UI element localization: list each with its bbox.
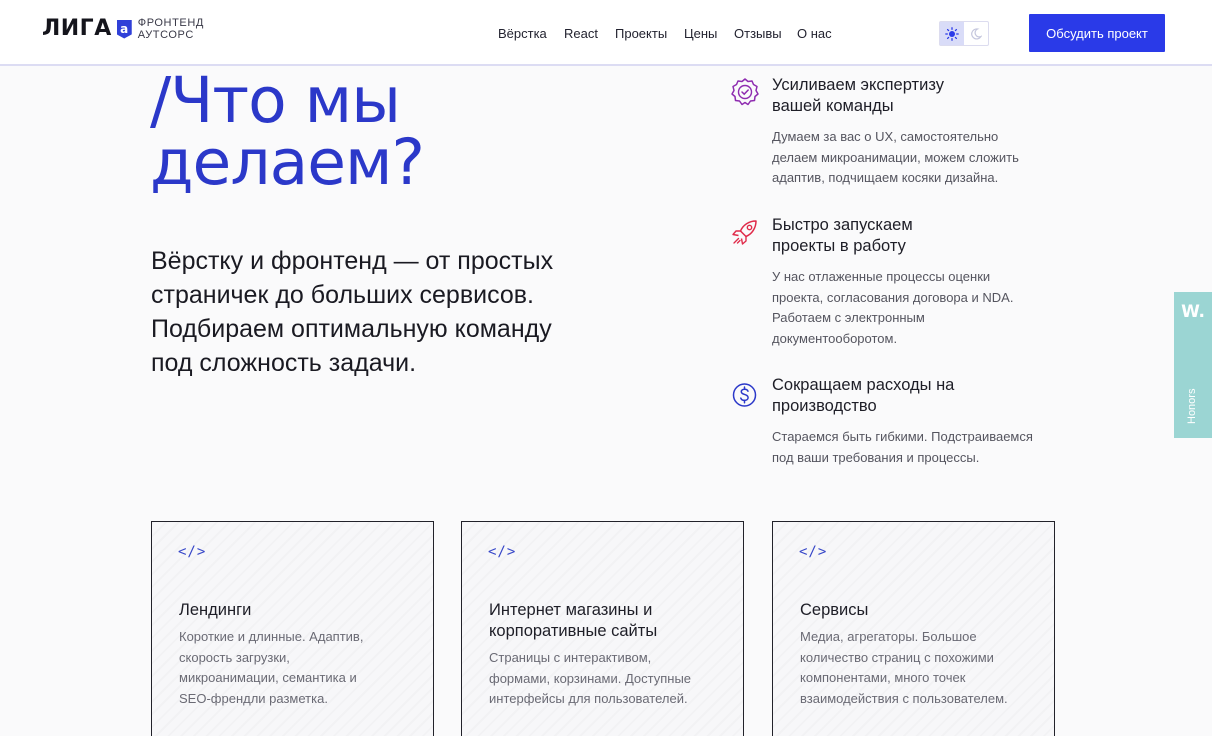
feature-title-line: вашей команды [772, 97, 894, 115]
feature-text: Думаем за вас о UX, самостоятельно делае… [772, 127, 1062, 189]
site-header: ЛИГА a ФРОНТЕНД АУТСОРС Вёрстка React Пр… [0, 0, 1212, 66]
logo-tagline-line: АУТСОРС [137, 29, 194, 41]
feature-text: Стараемся быть гибкими. Подстраиваемся п… [772, 427, 1062, 468]
service-card-landings[interactable]: </> Лендинги Короткие и длинные. Адаптив… [151, 521, 434, 736]
card-text-line: микроанимации, семантика и [179, 670, 357, 685]
card-title: Интернет магазины и корпоративные сайты [489, 600, 729, 642]
card-title-line: Сервисы [800, 601, 869, 619]
feature-title: Быстро запускаем проекты в работу [772, 215, 1072, 257]
nav-item-prices[interactable]: Цены [684, 26, 717, 42]
card-title-line: Интернет магазины и [489, 601, 653, 619]
feature-text-line: документооборотом. [772, 330, 898, 346]
card-title-line: корпоративные сайты [489, 622, 658, 640]
honors-mark: W. [1181, 302, 1205, 322]
card-title: Сервисы [800, 600, 1040, 621]
card-text-line: компонентами, много точек [800, 670, 966, 685]
logo-tagline-line: ФРОНТЕНД [137, 17, 204, 29]
nav-item-about[interactable]: О нас [797, 26, 832, 42]
dollar-coin-icon [730, 377, 760, 407]
logo-badge-icon: a [116, 19, 132, 39]
card-text-line: SEO-френдли разметка. [179, 690, 328, 706]
page: ЛИГА a ФРОНТЕНД АУТСОРС Вёрстка React Пр… [0, 0, 1212, 736]
sun-icon[interactable] [940, 22, 964, 45]
moon-icon[interactable] [964, 22, 988, 45]
card-text-line: скорость загрузки, [179, 649, 290, 665]
page-title: /Что мы делаем? [150, 64, 650, 199]
rocket-icon [730, 217, 760, 247]
feature-text-line: проекта, согласования договора и NDA. [772, 289, 1014, 305]
nav-item-verstka[interactable]: Вёрстка [498, 26, 547, 42]
card-text-line: Короткие и длинные. Адаптив, [179, 629, 364, 644]
card-text-line: Медиа, агрегаторы. Большое [800, 629, 977, 644]
feature-title-line: Быстро запускаем [772, 216, 913, 234]
feature-title-line: проекты в работу [772, 237, 906, 255]
feature-title-line: Сокращаем расходы на [772, 376, 955, 394]
hero-lead-text: Вёрстку и фронтенд — от простых страниче… [151, 244, 601, 380]
page-title-line: /Что мы [150, 64, 401, 137]
feature-text-line: Работаем с электронным [772, 310, 925, 325]
nav-item-reviews[interactable]: Отзывы [734, 26, 782, 42]
card-text-line: Страницы с интерактивом, [489, 650, 652, 665]
card-text-line: взаимодействия с пользователем. [800, 690, 1008, 706]
honors-side-tab[interactable]: W. Honors [1174, 292, 1212, 438]
feature-title: Сокращаем расходы на производство [772, 375, 1072, 417]
card-text: Медиа, агрегаторы. Большое количество ст… [800, 627, 1040, 709]
card-title: Лендинги [179, 600, 419, 621]
logo-wordmark: ЛИГА [42, 16, 112, 41]
feature-text-line: У нас отлаженные процессы оценки [772, 269, 991, 284]
badge-check-icon [730, 77, 760, 107]
nav-item-react[interactable]: React [564, 26, 598, 42]
service-card-services[interactable]: </> Сервисы Медиа, агрегаторы. Большое к… [772, 521, 1055, 736]
logo[interactable]: ЛИГА a ФРОНТЕНД АУТСОРС [42, 17, 204, 41]
logo-tagline: ФРОНТЕНД АУТСОРС [138, 17, 204, 41]
nav-item-projects[interactable]: Проекты [615, 26, 667, 42]
card-text: Короткие и длинные. Адаптив, скорость за… [179, 627, 419, 709]
feature-text-line: делаем микроанимации, можем сложить [772, 149, 1019, 165]
card-text-line: формами, корзинами. Доступные [489, 670, 692, 686]
feature-text: У нас отлаженные процессы оценки проекта… [772, 267, 1062, 349]
feature-title: Усиливаем экспертизу вашей команды [772, 75, 1072, 117]
lead-line: страничек до больших сервисов. [151, 281, 534, 309]
feature-text-line: под ваши требования и процессы. [772, 449, 980, 465]
code-icon: </> [178, 544, 207, 560]
page-title-line: делаем? [150, 126, 425, 199]
theme-toggle[interactable] [939, 21, 989, 46]
service-card-ecommerce[interactable]: </> Интернет магазины и корпоративные са… [461, 521, 744, 736]
card-title-line: Лендинги [179, 601, 252, 619]
card-text-line: интерфейсы для пользователей. [489, 691, 688, 706]
feature-title-line: Усиливаем экспертизу [772, 76, 944, 94]
lead-line: Вёрстку и фронтенд — от простых [151, 247, 554, 275]
card-text-line: количество страниц с похожими [800, 649, 994, 665]
lead-line: под сложность задачи. [151, 349, 417, 377]
feature-title-line: производство [772, 397, 877, 415]
code-icon: </> [488, 544, 517, 560]
feature-text-line: Думаем за вас о UX, самостоятельно [772, 129, 999, 144]
card-text: Страницы с интерактивом, формами, корзин… [489, 648, 729, 710]
discuss-project-button[interactable]: Обсудить проект [1029, 14, 1165, 52]
feature-text-line: Стараемся быть гибкими. Подстраиваемся [772, 429, 1033, 444]
lead-line: Подбираем оптимальную команду [151, 315, 552, 343]
code-icon: </> [799, 544, 828, 560]
feature-text-line: адаптив, подчищаем косяки дизайна. [772, 170, 999, 185]
honors-label: Honors [1186, 388, 1198, 424]
